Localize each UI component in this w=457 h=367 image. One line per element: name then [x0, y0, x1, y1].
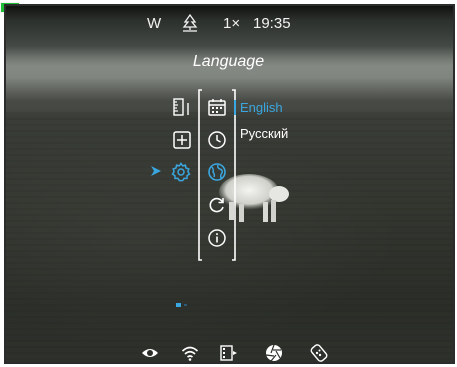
- clock-time: 19:35: [253, 15, 291, 32]
- shutter-icon: [265, 344, 282, 362]
- clock-icon[interactable]: [207, 130, 227, 150]
- info-icon[interactable]: [207, 228, 227, 248]
- zoom-indicator: 1×: [223, 15, 241, 32]
- language-option-english[interactable]: English: [240, 100, 283, 115]
- plus-box-icon[interactable]: [172, 130, 192, 150]
- remote-icon: [310, 344, 328, 362]
- ruler-icon[interactable]: [172, 97, 192, 117]
- language-option-russian[interactable]: Русский: [240, 126, 288, 141]
- gear-icon[interactable]: [171, 162, 191, 182]
- selection-arrow-icon: [151, 166, 161, 176]
- record-icon: [220, 345, 237, 361]
- calendar-icon[interactable]: [207, 97, 227, 117]
- selected-language-marker: [234, 100, 236, 115]
- mode-indicator: W: [147, 15, 162, 32]
- reset-icon[interactable]: [207, 195, 227, 215]
- page-indicator: [176, 303, 188, 307]
- tree-icon: [182, 14, 198, 32]
- globe-icon[interactable]: [207, 162, 227, 182]
- menu-title: Language: [192, 53, 265, 70]
- wifi-icon: [181, 346, 199, 361]
- eye-icon: [142, 349, 158, 357]
